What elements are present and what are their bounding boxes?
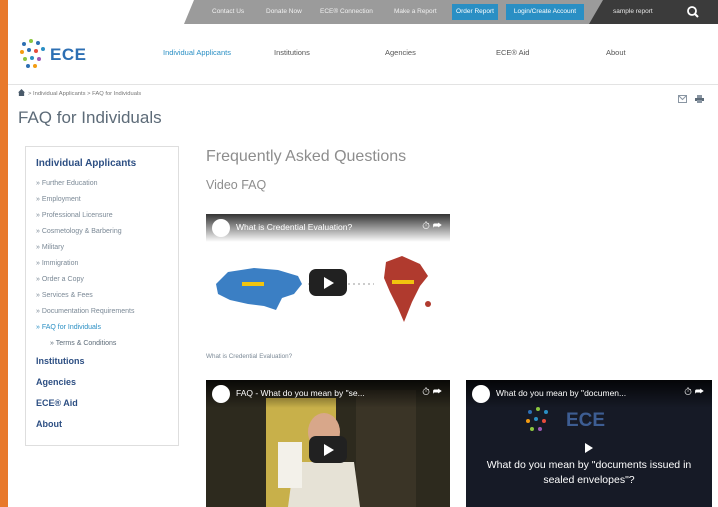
ece-logo[interactable]: ECE (18, 36, 110, 74)
video-title[interactable]: What is Credential Evaluation? (236, 222, 352, 232)
nav-individual-applicants[interactable]: Individual Applicants (163, 48, 231, 57)
sidebar-item-professional-licensure[interactable]: » Professional Licensure (36, 212, 113, 219)
sidebar-heading-individual-applicants[interactable]: Individual Applicants (36, 158, 136, 169)
breadcrumb: > Individual Applicants > FAQ for Indivi… (18, 89, 141, 97)
sidebar-item-further-education[interactable]: » Further Education (36, 180, 97, 187)
donate-now-link[interactable]: Donate Now (266, 0, 302, 24)
page-tools (674, 90, 704, 108)
sidebar-item-terms-conditions[interactable]: » Terms & Conditions (50, 340, 116, 347)
print-icon[interactable] (695, 90, 704, 103)
ece-logo-mark-icon (20, 39, 45, 68)
sidebar-item-order-a-copy[interactable]: » Order a Copy (36, 276, 84, 283)
search-input[interactable]: sample report (609, 4, 689, 20)
header-divider (8, 84, 718, 85)
play-button[interactable] (309, 436, 347, 463)
channel-avatar-icon[interactable] (212, 219, 230, 237)
utility-bar: Contact Us Donate Now ECE® Connection Ma… (184, 0, 718, 24)
watch-later-icon[interactable]: ⏱ (422, 387, 430, 398)
sidebar-item-institutions[interactable]: Institutions (36, 356, 85, 366)
sidebar-item-agencies[interactable]: Agencies (36, 377, 76, 387)
order-report-button[interactable]: Order Report (452, 4, 498, 20)
video-title[interactable]: What do you mean by "documen... (496, 388, 626, 398)
channel-avatar-icon[interactable] (212, 385, 230, 403)
ece-watermark-text: ECE (566, 410, 606, 431)
sidebar-item-faq-for-individuals[interactable]: » FAQ for Individuals (36, 324, 101, 331)
sidebar-item-military[interactable]: » Military (36, 244, 64, 251)
video-title[interactable]: FAQ - What do you mean by "se... (236, 388, 365, 398)
nav-institutions[interactable]: Institutions (274, 48, 310, 57)
video-player-credential-evaluation[interactable]: What is Credential Evaluation? ⏱ ➦ (206, 214, 450, 336)
share-icon[interactable]: ➦ (433, 221, 442, 232)
sidebar-item-immigration[interactable]: » Immigration (36, 260, 78, 267)
login-create-account-button[interactable]: Login/Create Account (506, 4, 584, 20)
page: Contact Us Donate Now ECE® Connection Ma… (8, 0, 718, 507)
share-icon[interactable]: ➦ (695, 387, 704, 398)
nav-about[interactable]: About (606, 48, 626, 57)
make-a-report-link[interactable]: Make a Report (394, 0, 437, 24)
nav-agencies[interactable]: Agencies (385, 48, 416, 57)
sidebar-item-documentation-requirements[interactable]: » Documentation Requirements (36, 308, 134, 315)
sidebar-item-employment[interactable]: » Employment (36, 196, 81, 203)
ece-watermark-logo: ECE (522, 402, 662, 442)
channel-avatar-icon[interactable] (472, 385, 490, 403)
share-icon[interactable]: ➦ (433, 387, 442, 398)
sidebar-item-about[interactable]: About (36, 419, 62, 429)
sidebar-item-cosmetology-barbering[interactable]: » Cosmetology & Barbering (36, 228, 122, 235)
play-icon[interactable] (585, 443, 593, 453)
watch-later-icon[interactable]: ⏱ (422, 221, 430, 232)
page-title: FAQ for Individuals (18, 108, 162, 127)
breadcrumb-trail[interactable]: > Individual Applicants > FAQ for Indivi… (28, 91, 141, 97)
email-icon[interactable] (677, 90, 687, 103)
home-icon[interactable] (18, 89, 25, 96)
nav-ece-aid[interactable]: ECE® Aid (496, 48, 529, 57)
watch-later-icon[interactable]: ⏱ (684, 387, 692, 398)
search-icon[interactable] (684, 3, 702, 21)
ece-connection-link[interactable]: ECE® Connection (320, 0, 373, 24)
video-player-documents-sealed-envelopes[interactable]: ECE What do you mean by "documen... ⏱ ➦ … (466, 380, 712, 507)
faq-heading: Frequently Asked Questions (206, 148, 407, 165)
contact-us-link[interactable]: Contact Us (212, 0, 244, 24)
video-faq-heading: Video FAQ (206, 178, 267, 192)
video-overlay-text: What do you mean by "documents issued in… (486, 459, 692, 486)
video-caption[interactable]: What is Credential Evaluation? (206, 353, 292, 360)
play-button[interactable] (309, 269, 347, 296)
sidebar-item-services-fees[interactable]: » Services & Fees (36, 292, 93, 299)
video-player-faq-sealed[interactable]: FAQ - What do you mean by "se... ⏱ ➦ (206, 380, 450, 507)
sidebar: Individual Applicants » Further Educatio… (25, 146, 179, 446)
sidebar-item-ece-aid[interactable]: ECE® Aid (36, 398, 78, 408)
logo-text: ECE (50, 45, 87, 64)
